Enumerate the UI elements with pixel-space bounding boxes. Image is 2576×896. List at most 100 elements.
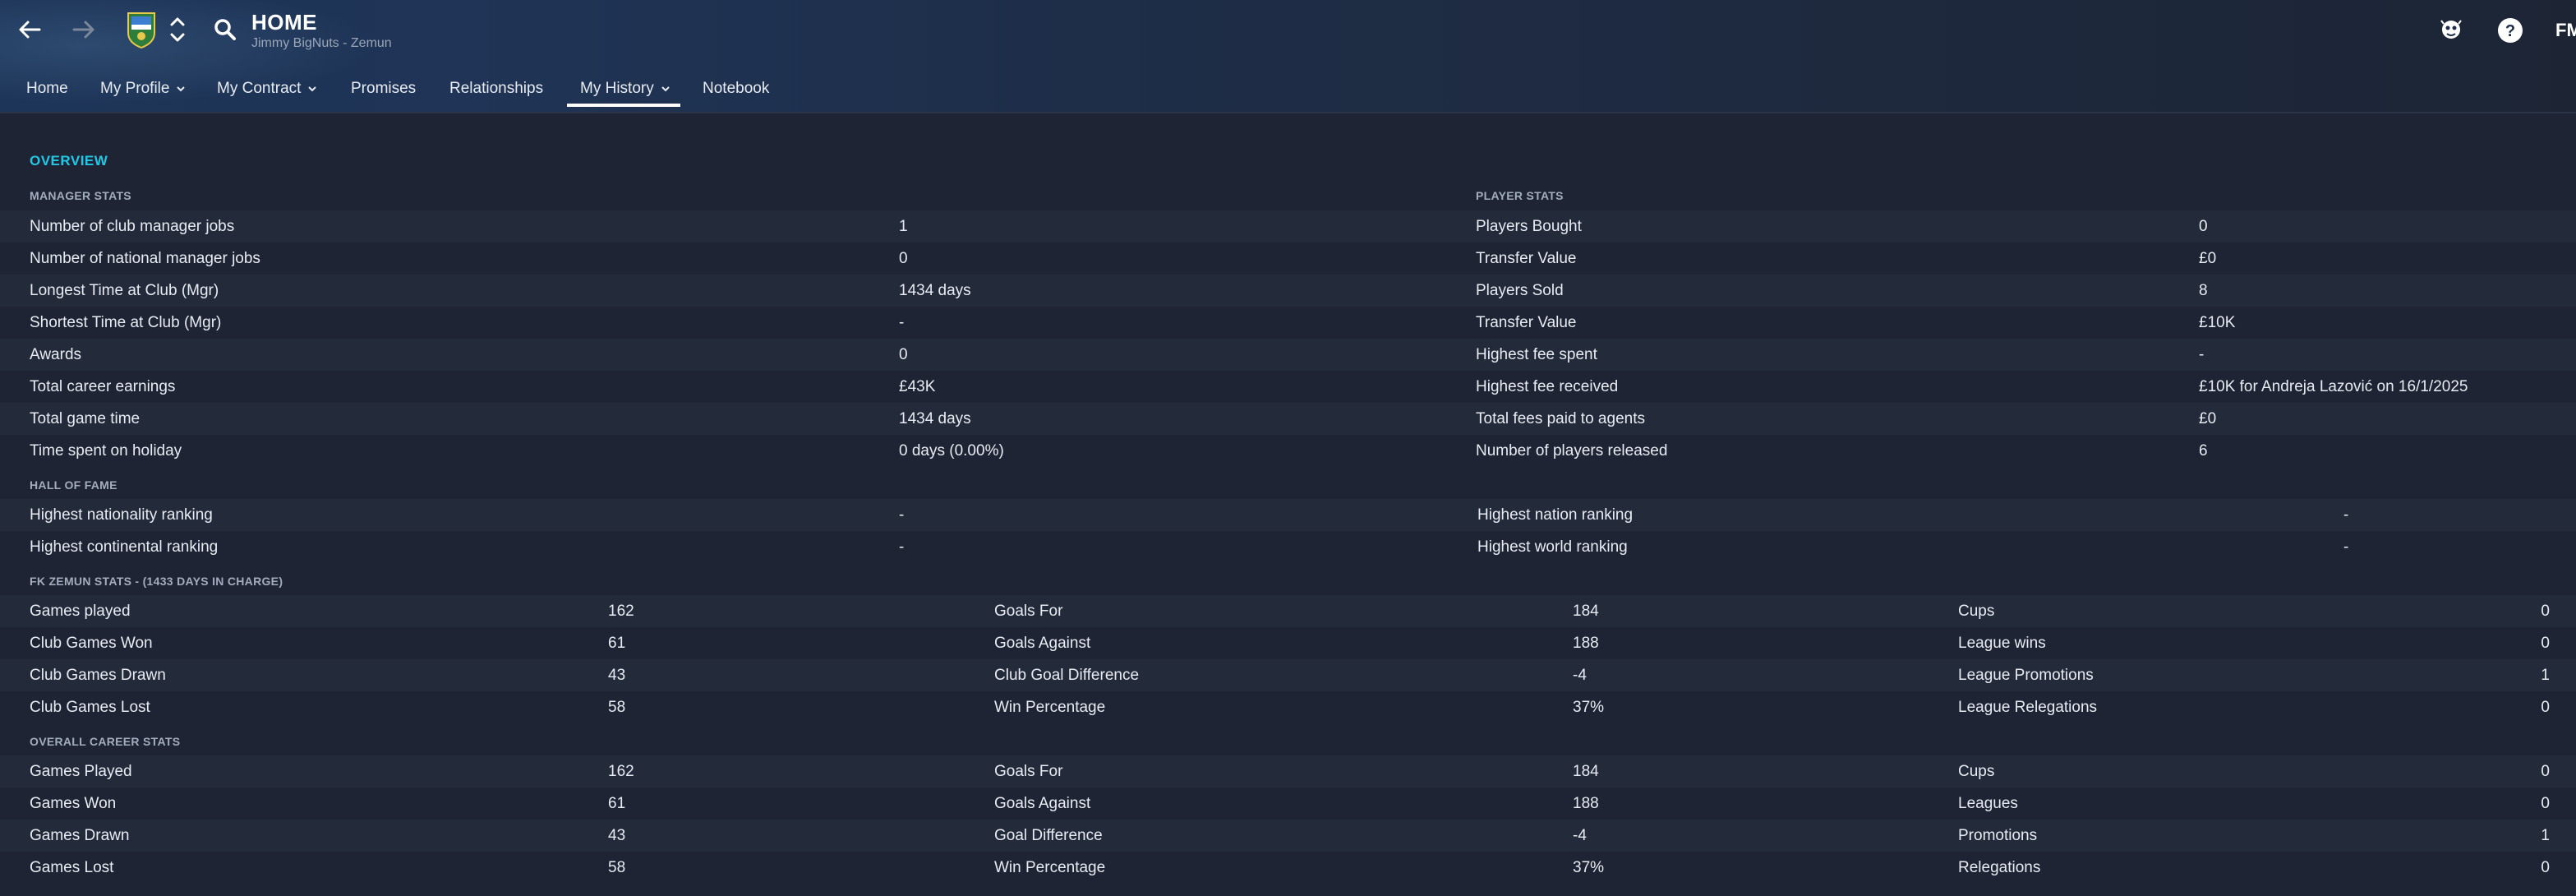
stat-value: 43 (608, 827, 626, 844)
tab-bar: Home My Profile My Contract Promises Rel… (0, 71, 2576, 110)
stat-label: League Promotions (1958, 667, 2094, 684)
club-switch-icon[interactable] (168, 13, 187, 46)
stats-row: Longest Time at Club (Mgr) 1434 days Pla… (0, 275, 2576, 307)
stat-value: 8 (2199, 282, 2208, 299)
stat-value: 61 (608, 795, 626, 812)
stat-value: 0 (2541, 859, 2550, 876)
stat-label: Longest Time at Club (Mgr) (30, 282, 219, 299)
stat-value: 6 (2199, 442, 2208, 460)
stat-label: Goals For (994, 763, 1063, 780)
stats-row: Highest nationality ranking - Highest na… (0, 499, 2576, 531)
page-subtitle: Jimmy BigNuts - Zemun (251, 36, 392, 50)
stat-label: Goals Against (994, 795, 1091, 812)
stat-label: Club Games Lost (30, 699, 150, 716)
stat-label: League Relegations (1958, 699, 2098, 716)
stat-value: 1 (2541, 827, 2550, 844)
stat-value: 184 (1573, 763, 1599, 780)
stat-label: Highest continental ranking (30, 538, 219, 556)
stat-value: £0 (2199, 410, 2217, 427)
help-icon[interactable]: ? (2496, 16, 2524, 44)
tab-label: My Profile (100, 80, 170, 97)
search-icon[interactable] (212, 16, 238, 43)
stat-label: Number of national manager jobs (30, 250, 260, 267)
stat-label: Goals Against (994, 635, 1091, 652)
stat-value: 188 (1573, 635, 1599, 652)
chevron-down-icon (661, 86, 670, 92)
stat-label: Club Games Won (30, 635, 153, 652)
stat-label: Time spent on holiday (30, 442, 182, 460)
stat-value: £0 (2199, 250, 2217, 267)
stat-value: - (2343, 506, 2349, 524)
fm-logo[interactable]: FM (2555, 20, 2576, 41)
stat-value: 0 (899, 250, 908, 267)
stat-label: Transfer Value (1476, 314, 1577, 331)
tab-my-history[interactable]: My History (567, 71, 680, 107)
stats-row: Club Games Drawn 43 Club Goal Difference… (0, 659, 2576, 691)
stat-value: £10K for Andreja Lazović on 16/1/2025 (2199, 378, 2468, 395)
stats-row: Number of club manager jobs 1 Players Bo… (0, 210, 2576, 242)
stat-label: Players Bought (1476, 218, 1582, 235)
tab-label: Notebook (703, 80, 770, 97)
stat-value: - (2199, 346, 2205, 363)
stats-row: Games Drawn 43 Goal Difference -4 Promot… (0, 820, 2576, 852)
stat-label: Highest fee received (1476, 378, 1619, 395)
stat-label: Number of club manager jobs (30, 218, 235, 235)
stat-value: - (899, 314, 905, 331)
stat-value: 0 (899, 346, 908, 363)
stats-row: Games Lost 58 Win Percentage 37% Relegat… (0, 852, 2576, 884)
back-arrow-icon[interactable] (15, 15, 44, 44)
stats-row: Games Played 162 Goals For 184 Cups 0 (0, 755, 2576, 787)
stat-value: 61 (608, 635, 626, 652)
stats-row: Games Won 61 Goals Against 188 Leagues 0 (0, 787, 2576, 820)
stats-row: Time spent on holiday 0 days (0.00%) Num… (0, 435, 2576, 467)
overview-title: OVERVIEW (30, 153, 108, 169)
stat-value: £10K (2199, 314, 2236, 331)
stat-label: Games Played (30, 763, 132, 780)
stat-value: 162 (608, 763, 634, 780)
stats-row: Highest continental ranking - Highest wo… (0, 531, 2576, 563)
page-title: HOME (251, 10, 317, 35)
stat-value: 0 (2541, 763, 2550, 780)
stat-value: 37% (1573, 859, 1605, 876)
player-stats-heading: PLAYER STATS (1476, 189, 1564, 202)
tab-home[interactable]: Home (26, 71, 68, 107)
stat-label: Win Percentage (994, 859, 1106, 876)
stats-row: Club Games Lost 58 Win Percentage 37% Le… (0, 691, 2576, 723)
stat-value: - (899, 506, 905, 524)
stat-label: Goal Difference (994, 827, 1103, 844)
tab-relationships[interactable]: Relationships (449, 71, 543, 107)
tab-my-profile[interactable]: My Profile (100, 71, 186, 107)
stat-value: 37% (1573, 699, 1605, 716)
stat-label: Cups (1958, 603, 1995, 620)
stat-value: 1 (899, 218, 908, 235)
stat-label: Highest fee spent (1476, 346, 1597, 363)
tab-promises[interactable]: Promises (351, 71, 416, 107)
stat-label: Total fees paid to agents (1476, 410, 1645, 427)
stat-value: 58 (608, 859, 626, 876)
stat-label: Goals For (994, 603, 1063, 620)
stat-value: 0 (2541, 795, 2550, 812)
stat-value: -4 (1573, 827, 1587, 844)
stat-label: Highest nationality ranking (30, 506, 213, 524)
stat-label: Leagues (1958, 795, 2018, 812)
tab-notebook[interactable]: Notebook (703, 71, 769, 107)
tab-label: My Contract (217, 80, 302, 97)
stat-label: Promotions (1958, 827, 2038, 844)
stats-row: Shortest Time at Club (Mgr) - Transfer V… (0, 307, 2576, 339)
forward-arrow-icon[interactable] (69, 15, 99, 44)
career-stats-heading: OVERALL CAREER STATS (30, 735, 181, 748)
stat-value: - (2343, 538, 2349, 556)
tab-my-contract[interactable]: My Contract (217, 71, 317, 107)
club-stats-heading: FK ZEMUN STATS - (1433 DAYS IN CHARGE) (30, 575, 283, 588)
stat-value: 0 (2541, 603, 2550, 620)
stat-label: Games Drawn (30, 827, 130, 844)
stat-label: Club Goal Difference (994, 667, 1140, 684)
stats-row: Number of national manager jobs 0 Transf… (0, 242, 2576, 275)
skin-mask-icon[interactable] (2437, 16, 2465, 44)
stat-value: 1434 days (899, 410, 971, 427)
club-badge-icon[interactable] (125, 10, 158, 49)
tab-label: My History (580, 80, 654, 97)
tab-label: Relationships (449, 80, 544, 97)
stats-row: Awards 0 Highest fee spent - (0, 339, 2576, 371)
stat-label: Players Sold (1476, 282, 1564, 299)
